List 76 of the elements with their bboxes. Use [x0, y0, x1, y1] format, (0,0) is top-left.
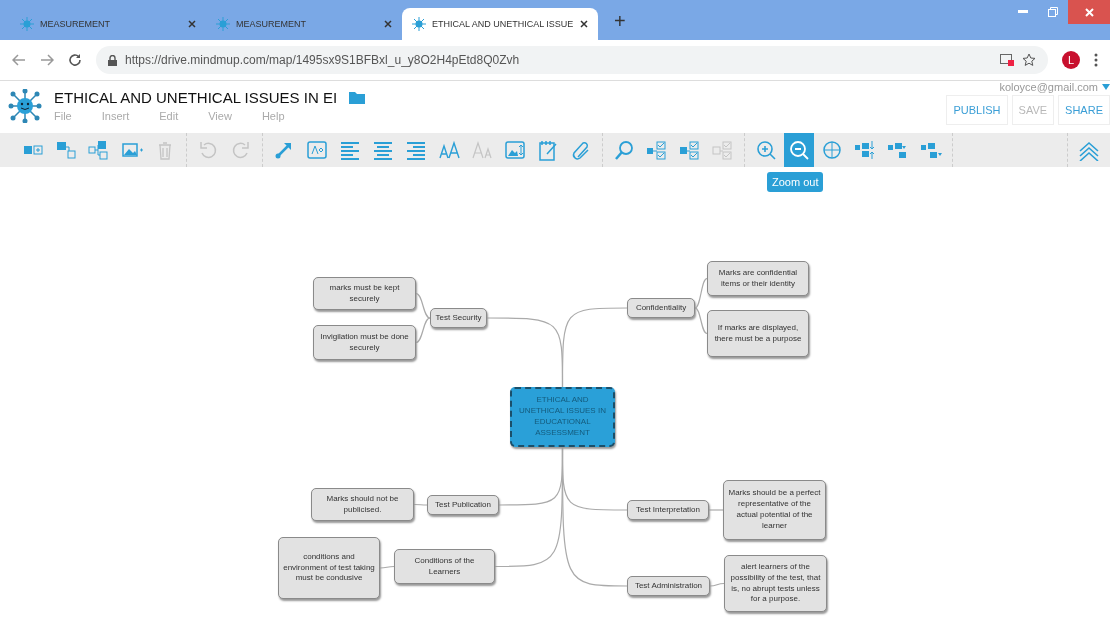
connector-line	[694, 307, 708, 335]
browser-tab[interactable]: ETHICAL AND UNETHICAL ISSUE	[402, 8, 598, 40]
topic-node[interactable]: Test Security	[430, 308, 487, 328]
mindmap-logo-icon	[412, 17, 426, 31]
subtopic-node[interactable]: conditions and environment of test taking must be condusive	[278, 537, 380, 599]
crosshair-icon	[821, 139, 843, 161]
collapse-chevrons-icon	[1078, 139, 1100, 161]
address-bar[interactable]: https://drive.mindmup.com/map/1495sx9S1BFBxl_u_y8O2H4pEtd8Q0Zvh	[96, 46, 1048, 74]
star-icon[interactable]	[1022, 53, 1036, 67]
connector-line	[694, 277, 708, 309]
reload-icon[interactable]	[68, 53, 82, 67]
folder-icon[interactable]	[349, 91, 366, 104]
lock-icon	[108, 54, 117, 66]
paperclip-icon	[570, 139, 592, 161]
toolbar-button[interactable]	[784, 133, 814, 167]
subtopic-node[interactable]: Marks are confidential items or their identity	[707, 261, 809, 296]
connector-line	[415, 292, 431, 319]
mindmap-logo-icon	[20, 17, 34, 31]
topic-node[interactable]: Test Interpretation	[627, 500, 709, 520]
select-tree-icon	[646, 139, 668, 161]
subtopic-node[interactable]: Marks should not be publicised.	[311, 488, 414, 521]
subtopic-node[interactable]: marks must be kept securely	[313, 277, 416, 310]
note-icon	[537, 139, 559, 161]
align-right-icon	[405, 139, 427, 161]
font-size-down-icon	[471, 139, 493, 161]
redo-icon	[230, 139, 252, 161]
zoom-in-icon	[755, 139, 777, 161]
select-tree-icon	[712, 139, 734, 161]
subtopic-node[interactable]: Invigilation must be done securely	[313, 325, 416, 360]
tab-title: MEASUREMENT	[236, 19, 307, 29]
cast-icon[interactable]	[1000, 54, 1014, 66]
close-icon[interactable]	[384, 20, 392, 28]
tab-title: ETHICAL AND UNETHICAL ISSUE	[432, 19, 574, 29]
more-icon[interactable]	[1094, 53, 1098, 67]
undo-icon	[197, 139, 219, 161]
font-size-up-icon	[438, 139, 460, 161]
zoom-out-icon	[788, 139, 810, 161]
new-tab-button[interactable]: +	[608, 9, 632, 34]
search-icon	[613, 139, 635, 161]
subtopic-node[interactable]: alert learners of the possibility of the test, that is, no abrupt tests unless for a purpose.	[724, 555, 827, 612]
browser-tab[interactable]: MEASUREMENT	[206, 8, 402, 40]
text-style-icon	[306, 139, 328, 161]
connector-line	[709, 582, 725, 587]
connector-line	[415, 317, 431, 344]
back-icon[interactable]	[12, 53, 26, 67]
add-child-icon	[55, 139, 77, 161]
mindmap-logo-icon	[216, 17, 230, 31]
profile-avatar[interactable]: L	[1062, 51, 1080, 69]
topic-node[interactable]: Confidentiality	[627, 298, 695, 318]
layout-tree-icon	[854, 139, 876, 161]
connector-line	[413, 503, 428, 506]
window-close-button[interactable]	[1068, 0, 1110, 24]
close-icon[interactable]	[188, 20, 196, 28]
mindmap-logo-icon	[8, 89, 42, 123]
topic-node[interactable]: Test Administration	[627, 576, 710, 596]
close-icon	[1084, 7, 1094, 17]
align-center-icon	[372, 139, 394, 161]
topic-node[interactable]: Test Publication	[427, 495, 499, 515]
tab-title: MEASUREMENT	[40, 19, 111, 29]
minimize-icon[interactable]	[1018, 10, 1028, 14]
connector-line	[708, 509, 724, 511]
dropdown-caret-icon[interactable]	[1102, 84, 1110, 90]
document-title: ETHICAL AND UNETHICAL ISSUES IN EI	[54, 89, 338, 106]
add-parent-icon	[88, 139, 110, 161]
forward-icon[interactable]	[40, 53, 54, 67]
topic-node[interactable]: Conditions of the Learners	[394, 549, 495, 584]
subtopic-node[interactable]: If marks are displayed, there must be a purpose	[707, 310, 809, 357]
align-left-icon	[339, 139, 361, 161]
close-icon[interactable]	[580, 20, 588, 28]
select-tree-icon	[679, 139, 701, 161]
tooltip: Zoom out	[767, 172, 824, 192]
restore-icon[interactable]	[1048, 7, 1058, 17]
subtopic-node[interactable]: Marks should be a perfect representative of the actual potential of the learner	[723, 480, 826, 540]
connector-line	[379, 565, 395, 569]
browser-tab[interactable]: MEASUREMENT	[10, 8, 206, 40]
image-resize-icon	[504, 139, 526, 161]
